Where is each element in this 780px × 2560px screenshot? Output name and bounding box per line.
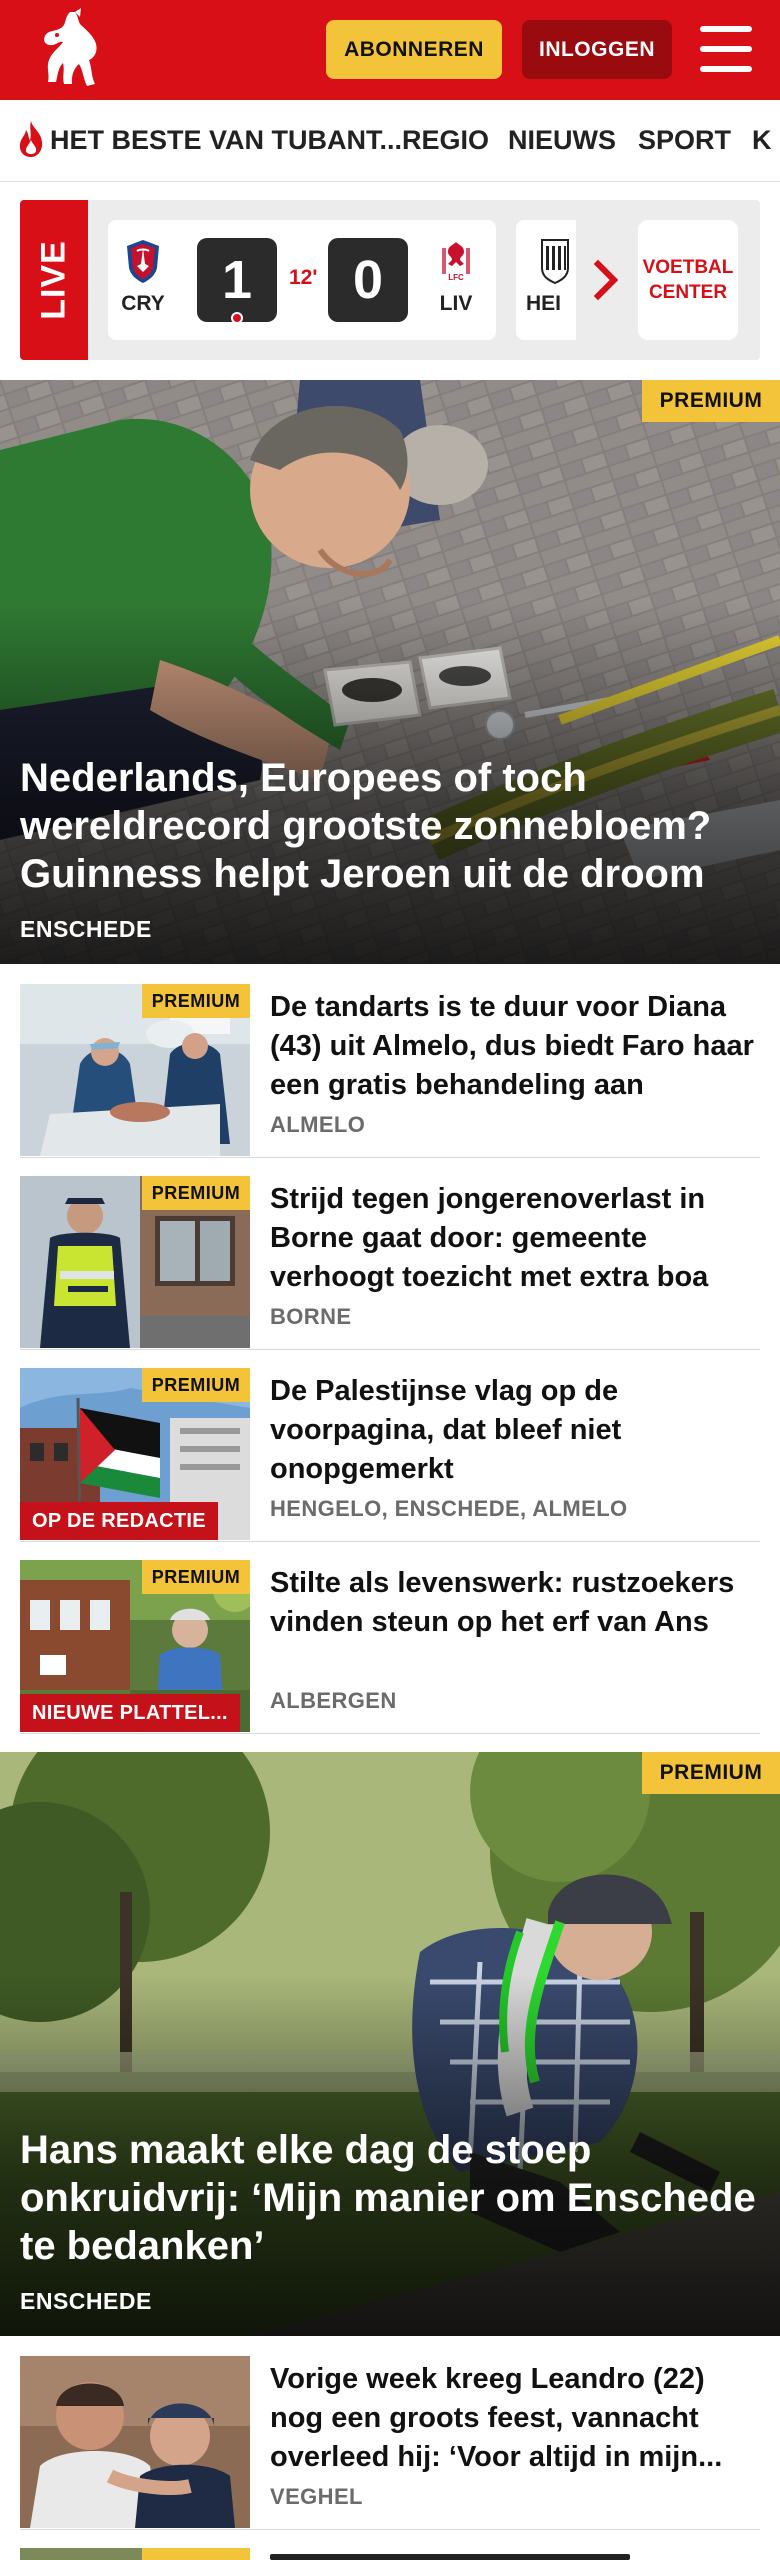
- away-team-code: LIV: [439, 292, 473, 315]
- hero-article-hans[interactable]: PREMIUM Hans maakt elke dag de stoep onk…: [0, 1752, 780, 2336]
- menu-icon[interactable]: [700, 26, 752, 72]
- list-item[interactable]: PREMIUM OP DE REDACTIE De Palestijnse vl…: [20, 1350, 760, 1542]
- hero-article-zonnebloem[interactable]: PREMIUM Nederlands, Europees of toch wer…: [0, 380, 780, 964]
- article-place: HENGELO, ENSCHEDE, ALMELO: [270, 1496, 628, 1521]
- premium-badge: PREMIUM: [642, 1752, 780, 1794]
- subscribe-button[interactable]: ABONNEREN: [326, 20, 502, 79]
- hero-title[interactable]: Hans maakt elke dag de stoep onkruidvrij…: [20, 2126, 760, 2270]
- article-title[interactable]: De tandarts is te duur voor Diana (43) u…: [270, 988, 760, 1105]
- hero-title[interactable]: Nederlands, Europees of toch wereldrecor…: [20, 754, 760, 898]
- article-title[interactable]: Strijd tegen jongerenoverlast in Borne g…: [270, 1180, 760, 1297]
- list-item-peek[interactable]: [20, 2548, 760, 2560]
- top-header: ABONNEREN INLOGGEN: [0, 0, 780, 100]
- category-label: NIEUWE PLATTEL...: [20, 1694, 240, 1732]
- voetbal-center-button[interactable]: VOETBAL CENTER: [638, 220, 738, 340]
- premium-badge: PREMIUM: [142, 1176, 250, 1210]
- horse-logo-icon[interactable]: [34, 8, 108, 92]
- article-place: ALBERGEN: [270, 1688, 397, 1713]
- flame-icon: [19, 121, 43, 157]
- nav-item-more[interactable]: K: [752, 122, 772, 158]
- list-item[interactable]: Vorige week kreeg Leandro (22) nog een g…: [20, 2338, 760, 2530]
- article-thumbnail: PREMIUM OP DE REDACTIE: [20, 1368, 250, 1540]
- list-item[interactable]: PREMIUM De tandarts is te duur voor Dian…: [20, 966, 760, 1158]
- live-scores-panel: LIVE CRY 1 12' 0 LFC LIV HEI VOETBAL CEN…: [20, 200, 760, 360]
- list-item[interactable]: PREMIUM NIEUWE PLATTEL... Stilte als lev…: [20, 1542, 760, 1734]
- heracles-crest-icon: [541, 239, 569, 284]
- away-score: 0: [328, 238, 408, 322]
- liverpool-crest-icon: LFC: [442, 242, 470, 282]
- hero-place: ENSCHEDE: [20, 2288, 152, 2314]
- premium-badge: PREMIUM: [142, 1368, 250, 1402]
- match-minute: 12': [289, 266, 318, 289]
- home-score: 1: [197, 238, 277, 324]
- live-badge[interactable]: LIVE: [20, 200, 88, 360]
- section-nav: HET BESTE VAN TUBANT... REGIO NIEUWS SPO…: [0, 100, 780, 182]
- premium-badge: [142, 2548, 250, 2560]
- nav-item-het-beste[interactable]: HET BESTE VAN TUBANT...: [50, 122, 402, 158]
- svg-text:LFC: LFC: [448, 273, 464, 282]
- article-place: BORNE: [270, 1304, 352, 1329]
- article-title[interactable]: Stilte als levenswerk: rustzoe­kers vind…: [270, 1564, 760, 1642]
- article-thumbnail: PREMIUM: [20, 1176, 250, 1348]
- category-label: OP DE REDACTIE: [20, 1502, 218, 1540]
- hero-place: ENSCHEDE: [20, 916, 152, 942]
- premium-badge: PREMIUM: [142, 984, 250, 1018]
- live-indicator-dot: [231, 312, 243, 324]
- nav-item-sport[interactable]: SPORT: [638, 122, 731, 158]
- article-place: ALMELO: [270, 1112, 366, 1137]
- list-item[interactable]: PREMIUM Strijd tegen jongerenoverlast in…: [20, 1158, 760, 1350]
- nav-item-regio[interactable]: REGIO: [402, 122, 489, 158]
- crystal-palace-crest-icon: [127, 240, 159, 283]
- article-place: VEGHEL: [270, 2484, 363, 2509]
- login-button[interactable]: INLOGGEN: [522, 20, 672, 79]
- next-match-team-code: HEI: [526, 292, 562, 315]
- article-title[interactable]: Vorige week kreeg Leandro (22) nog een g…: [270, 2360, 760, 2477]
- article-thumbnail: PREMIUM: [20, 984, 250, 1156]
- nav-item-nieuws[interactable]: NIEUWS: [508, 122, 616, 158]
- live-match-card[interactable]: CRY 1 12' 0 LFC LIV: [108, 220, 496, 340]
- article-thumbnail: [20, 2356, 250, 2528]
- home-team-code: CRY: [121, 292, 165, 315]
- premium-badge: PREMIUM: [642, 380, 780, 422]
- article-title[interactable]: De Palestijnse vlag op de voorpagina, da…: [270, 1372, 760, 1489]
- chevron-right-icon[interactable]: [592, 254, 622, 306]
- voetbal-center-label-line2: CENTER: [648, 282, 728, 303]
- article-thumbnail: PREMIUM NIEUWE PLATTEL...: [20, 1560, 250, 1732]
- premium-badge: PREMIUM: [142, 1560, 250, 1594]
- next-match-card[interactable]: HEI: [516, 220, 576, 340]
- voetbal-center-label-line1: VOETBAL: [642, 257, 734, 278]
